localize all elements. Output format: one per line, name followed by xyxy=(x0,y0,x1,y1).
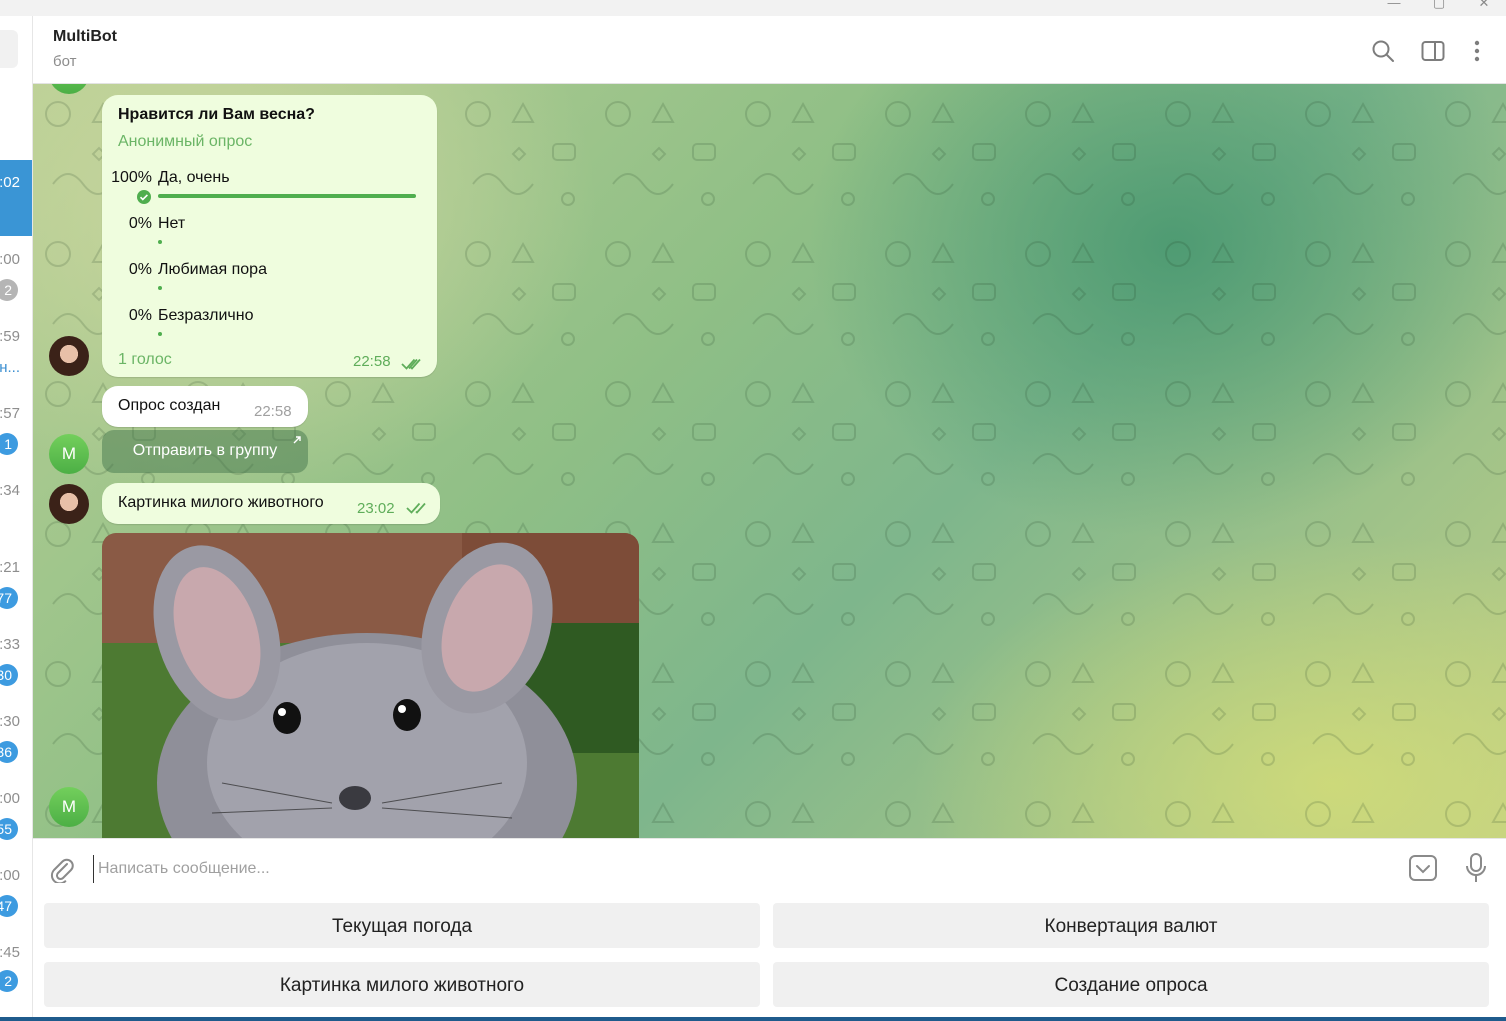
chat-subtitle: бот xyxy=(53,53,77,70)
message-time: 22:58 xyxy=(254,403,292,420)
user-message[interactable]: Картинка милого животного 23:02 xyxy=(102,483,440,524)
poll-message[interactable]: Нравится ли Вам весна? Анонимный опрос 1… xyxy=(102,95,437,377)
unread-badge: 2 xyxy=(0,970,18,992)
poll-option-label: Любимая пора xyxy=(158,261,267,278)
window-titlebar: — ▢ ✕ xyxy=(0,0,1506,17)
weather-button[interactable]: Текущая погода xyxy=(44,903,760,948)
chat-preview-snippet: н... xyxy=(0,359,20,376)
chat-search-box[interactable] xyxy=(0,30,18,68)
user-avatar[interactable] xyxy=(49,484,89,524)
inline-button-label: Отправить в группу xyxy=(132,442,278,459)
more-vertical-icon[interactable] xyxy=(1464,38,1490,64)
poll-vote-count[interactable]: 1 голос xyxy=(118,351,172,369)
poll-option-bar xyxy=(158,240,162,244)
chat-time: :59 xyxy=(0,328,20,345)
poll-option-percent: 100% xyxy=(111,169,152,186)
unread-badge: 55 xyxy=(0,818,18,840)
chat-history[interactable]: Нравится ли Вам весна? Анонимный опрос 1… xyxy=(33,84,1506,838)
bot-avatar[interactable]: M xyxy=(49,434,89,474)
unread-badge: 36 xyxy=(0,741,18,763)
poll-option-percent: 0% xyxy=(128,307,152,324)
bot-avatar[interactable]: M xyxy=(49,787,89,827)
unread-badge: 2 xyxy=(0,279,18,301)
animal-photo[interactable] xyxy=(102,533,639,838)
chat-time: :02 xyxy=(0,174,20,191)
maximize-icon[interactable]: ▢ xyxy=(1432,0,1446,10)
unread-badge: 30 xyxy=(0,664,18,686)
chat-time: :21 xyxy=(0,559,20,576)
poll-option-percent: 0% xyxy=(128,215,152,232)
message-time: 23:02 xyxy=(357,500,395,517)
close-icon[interactable]: ✕ xyxy=(1477,0,1491,10)
chat-list-item-active[interactable] xyxy=(0,160,32,236)
send-to-group-button[interactable]: Отправить в группу xyxy=(102,430,308,473)
chat-title[interactable]: MultiBot xyxy=(53,28,117,46)
chat-time: :30 xyxy=(0,713,20,730)
attach-icon[interactable] xyxy=(49,855,75,883)
poll-option-label: Да, очень xyxy=(158,169,230,186)
chat-time: :57 xyxy=(0,405,20,422)
message-composer xyxy=(33,838,1506,897)
poll-option-label: Безразлично xyxy=(158,307,254,324)
unread-badge: 47 xyxy=(0,895,18,917)
read-checkmarks-icon xyxy=(406,502,426,514)
chat-header[interactable]: MultiBot бот xyxy=(33,16,1506,84)
chat-time: :00 xyxy=(0,867,20,884)
unread-badge: 1 xyxy=(0,433,18,455)
user-avatar[interactable] xyxy=(49,336,89,376)
chat-time: :34 xyxy=(0,482,20,499)
message-input[interactable] xyxy=(93,855,1380,883)
chat-time: :00 xyxy=(0,251,20,268)
poll-option-bar xyxy=(158,194,416,198)
message-time: 22:58 xyxy=(353,353,391,370)
poll-option-bar xyxy=(158,332,162,336)
minimize-icon[interactable]: — xyxy=(1387,0,1401,10)
bot-message[interactable]: Опрос создан 22:58 xyxy=(102,386,308,427)
chat-time: :33 xyxy=(0,636,20,653)
bot-reply-keyboard: Текущая погода Конвертация валют Картинк… xyxy=(33,896,1506,1017)
poll-option-percent: 0% xyxy=(128,261,152,278)
currency-conversion-button[interactable]: Конвертация валют xyxy=(773,903,1489,948)
chat-list-sidebar: :02 :00 2 :59 н... :57 1 :34 :21 77 :33 … xyxy=(0,16,33,1021)
poll-option-bar xyxy=(158,286,162,290)
search-icon[interactable] xyxy=(1370,38,1396,64)
chat-time: :00 xyxy=(0,790,20,807)
create-poll-button[interactable]: Создание опроса xyxy=(773,962,1489,1007)
read-checkmarks-icon xyxy=(401,358,421,370)
external-arrow-icon xyxy=(293,436,301,444)
window-bottom-edge xyxy=(0,1017,1506,1021)
microphone-icon[interactable] xyxy=(1465,852,1487,884)
poll-option-label: Нет xyxy=(158,215,186,232)
unread-badge: 77 xyxy=(0,587,18,609)
sidebar-toggle-icon[interactable] xyxy=(1420,38,1446,64)
bot-keyboard-toggle-icon[interactable] xyxy=(1408,853,1438,883)
message-text: Картинка милого животного xyxy=(118,494,324,511)
chat-time: :45 xyxy=(0,944,20,961)
poll-question: Нравится ли Вам весна? xyxy=(118,106,315,123)
cute-animal-picture-button[interactable]: Картинка милого животного xyxy=(44,962,760,1007)
message-text: Опрос создан xyxy=(118,397,221,414)
poll-type: Анонимный опрос xyxy=(118,133,253,150)
poll-chosen-check-icon xyxy=(137,190,151,204)
